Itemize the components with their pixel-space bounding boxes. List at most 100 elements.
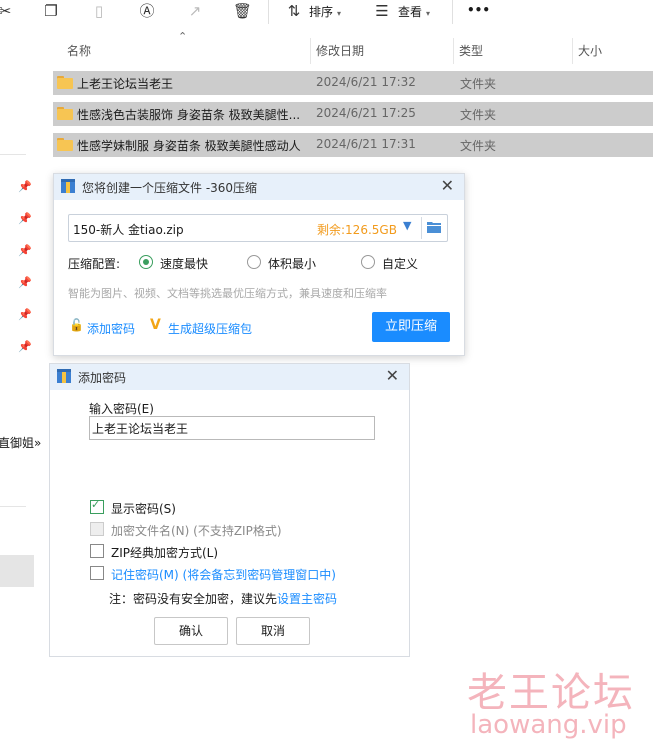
ok-button[interactable]: 确认	[154, 617, 228, 645]
archive-filename[interactable]: 150-新人 金tiao.zip	[73, 221, 184, 238]
paste-icon[interactable]: ▯	[90, 2, 108, 20]
close-icon[interactable]: ✕	[386, 366, 399, 385]
password-input[interactable]: 上老王论坛当老王	[89, 416, 375, 440]
dialog-title: 添加密码	[78, 371, 127, 385]
dialog-titlebar[interactable]: 您将创建一个压缩文件 -360压缩 ✕	[54, 174, 464, 200]
compress-config-label: 压缩配置:	[68, 257, 121, 271]
column-header-type[interactable]: 类型	[459, 42, 483, 59]
view-button[interactable]: 查看 ▾	[398, 3, 430, 20]
column-divider[interactable]	[572, 38, 573, 64]
cut-icon[interactable]: ✂	[0, 2, 14, 20]
pin-icon[interactable]: 📌	[18, 308, 32, 321]
file-date: 2024/6/21 17:32	[316, 75, 416, 89]
dialog-title: 您将创建一个压缩文件 -360压缩	[82, 181, 258, 195]
set-master-password-link[interactable]: 设置主密码	[277, 592, 337, 606]
file-type: 文件夹	[460, 77, 497, 91]
option-custom-label[interactable]: 自定义	[382, 255, 418, 272]
security-note-text: 注：密码没有安全加密，建议先	[109, 592, 278, 606]
nav-divider	[0, 154, 26, 155]
view-icon: ☰	[375, 2, 389, 20]
option-smallest-label[interactable]: 体积最小	[268, 255, 316, 272]
file-type: 文件夹	[460, 139, 497, 153]
password-dialog: 添加密码 ✕ 输入密码(E) 上老王论坛当老王 ✓ 显示密码(S) 加密文件名(…	[49, 363, 410, 657]
show-password-label[interactable]: 显示密码(S)	[111, 500, 176, 517]
browse-folder-icon[interactable]	[427, 221, 441, 233]
add-password-link[interactable]: 添加密码	[87, 320, 135, 337]
nav-divider	[0, 506, 26, 507]
file-name: 性感学妹制服 身姿苗条 极致美腿性感动人	[77, 139, 301, 153]
column-divider[interactable]	[310, 38, 311, 64]
zip-classic-label[interactable]: ZIP经典加密方式(L)	[111, 544, 218, 561]
zip-classic-checkbox[interactable]	[90, 544, 104, 558]
encrypt-filenames-label[interactable]: 加密文件名(N) (不支持ZIP格式)	[111, 522, 282, 539]
dialog-titlebar[interactable]: 添加密码 ✕	[50, 364, 409, 390]
table-row[interactable]: 性感学妹制服 身姿苗条 极致美腿性感动人 2024/6/21 17:31 文件夹	[53, 133, 653, 157]
compress-hint: 智能为图片、视频、文档等挑选最优压缩方式，兼具速度和压缩率	[68, 287, 387, 300]
radio-custom[interactable]	[361, 255, 375, 269]
pin-icon[interactable]: 📌	[18, 244, 32, 257]
nav-item-selected[interactable]	[0, 555, 34, 587]
radio-fastest[interactable]	[139, 255, 153, 269]
option-fastest-label[interactable]: 速度最快	[160, 255, 208, 272]
column-header-date[interactable]: 修改日期	[316, 42, 364, 59]
toolbar: ✂ ❐ ▯ Ⓐ ↗ 🗑 ⇅ 排序 ▾ ☰ 查看 ▾ •••	[0, 0, 655, 36]
column-header-size[interactable]: 大小	[578, 42, 602, 59]
file-name: 上老王论坛当老王	[77, 77, 174, 91]
nav-item-label[interactable]: 直御姐»	[0, 434, 41, 451]
column-divider[interactable]	[453, 38, 454, 64]
file-name: 性感浅色古装服饰 身姿苗条 极致美腿性...	[77, 108, 301, 122]
chevron-down-icon: ▾	[337, 9, 342, 18]
table-row[interactable]: 性感浅色古装服饰 身姿苗条 极致美腿性... 2024/6/21 17:25 文…	[53, 102, 653, 126]
pin-icon[interactable]: 📌	[18, 276, 32, 289]
pin-icon[interactable]: 📌	[18, 340, 32, 353]
watermark-url: laowang.vip	[470, 710, 627, 740]
radio-smallest[interactable]	[247, 255, 261, 269]
encrypt-filenames-checkbox[interactable]	[90, 522, 104, 536]
folder-icon	[57, 138, 73, 151]
checkmark-icon: ✓	[91, 498, 101, 511]
dropdown-arrow-icon[interactable]: ▼	[403, 219, 411, 232]
remember-password-label[interactable]: 记住密码(M) (将会备忘到密码管理窗口中)	[111, 566, 336, 583]
copy-icon[interactable]: ❐	[42, 2, 60, 20]
sort-icon: ⇅	[287, 2, 301, 20]
show-password-checkbox[interactable]: ✓	[90, 498, 104, 514]
folder-icon	[57, 76, 73, 89]
archive-name-field[interactable]: 150-新人 金tiao.zip 剩余:126.5GB ▼	[68, 214, 448, 242]
archive-app-icon	[61, 179, 75, 193]
close-icon[interactable]: ✕	[441, 176, 454, 195]
file-date: 2024/6/21 17:31	[316, 137, 416, 151]
super-package-link[interactable]: 生成超级压缩包	[168, 320, 252, 337]
field-divider	[421, 217, 422, 239]
delete-icon[interactable]: 🗑	[233, 2, 252, 20]
rename-icon[interactable]: Ⓐ	[138, 2, 156, 20]
cancel-button[interactable]: 取消	[236, 617, 310, 645]
navigation-pane: 📌 📌 📌 📌 📌 📌 直御姐»	[0, 36, 41, 751]
super-package-icon: V	[150, 317, 161, 333]
table-row[interactable]: 上老王论坛当老王 2024/6/21 17:32 文件夹	[53, 71, 653, 95]
pin-icon[interactable]: 📌	[18, 212, 32, 225]
free-space: 剩余:126.5GB	[317, 223, 397, 237]
more-button[interactable]: •••	[467, 3, 490, 17]
sort-label: 排序	[309, 5, 334, 19]
toolbar-divider	[452, 0, 453, 24]
view-label: 查看	[398, 5, 423, 19]
archive-app-icon	[57, 369, 71, 383]
folder-icon	[57, 107, 73, 120]
compress-dialog: 您将创建一个压缩文件 -360压缩 ✕ 150-新人 金tiao.zip 剩余:…	[53, 173, 465, 356]
toolbar-divider	[268, 0, 269, 24]
compress-now-button[interactable]: 立即压缩	[372, 312, 450, 342]
remember-password-checkbox[interactable]	[90, 566, 104, 580]
sort-button[interactable]: 排序 ▾	[309, 3, 341, 20]
pin-icon[interactable]: 📌	[18, 180, 32, 193]
sort-up-icon: ⌃	[178, 30, 188, 43]
password-value[interactable]: 上老王论坛当老王	[92, 420, 188, 437]
password-input-label: 输入密码(E)	[89, 402, 154, 416]
security-note: 注：密码没有安全加密，建议先设置主密码	[109, 590, 337, 607]
chevron-down-icon: ▾	[426, 9, 431, 18]
lock-icon: 🔓	[69, 318, 84, 332]
column-header-name[interactable]: 名称	[67, 42, 91, 59]
file-type: 文件夹	[460, 108, 497, 122]
file-list: ⌃ 名称 修改日期 类型 大小 上老王论坛当老王 2024/6/21 17:32…	[50, 30, 655, 161]
share-icon[interactable]: ↗	[186, 2, 204, 20]
file-date: 2024/6/21 17:25	[316, 106, 416, 120]
